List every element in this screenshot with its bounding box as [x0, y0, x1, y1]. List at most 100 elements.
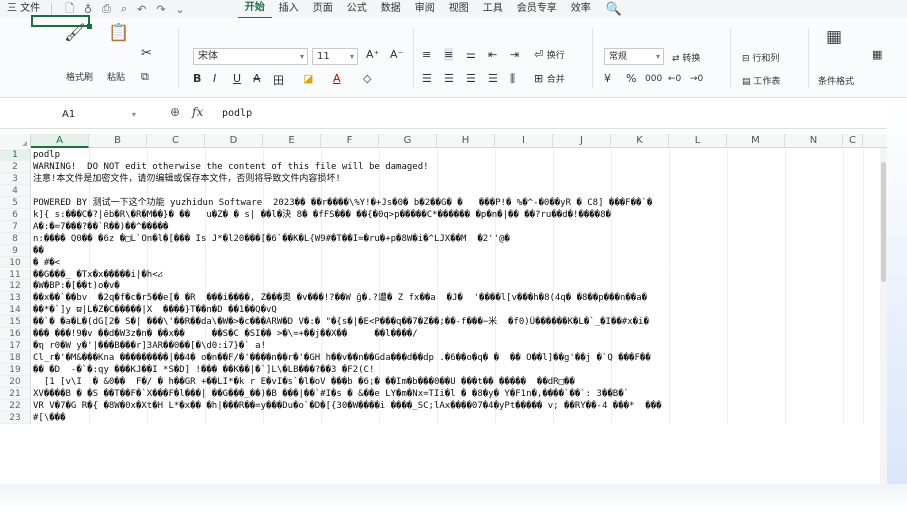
strikethrough-button[interactable]: A — [253, 72, 261, 85]
function-icon[interactable]: fx — [192, 105, 203, 119]
cell-text[interactable]: � #�< — [33, 257, 879, 269]
row-header[interactable]: 13 — [0, 292, 31, 305]
column-header[interactable]: I — [495, 134, 553, 148]
tab-efficiency[interactable]: 效率 — [564, 0, 598, 18]
preview-icon[interactable]: ⌕ — [116, 2, 132, 16]
wrap-text-button[interactable]: ⏎ 换行 — [534, 48, 565, 61]
column-header[interactable]: K — [611, 134, 669, 148]
column-header[interactable]: L — [669, 134, 727, 148]
row-header[interactable]: 6 — [0, 208, 31, 221]
cell-text[interactable]: �� — [33, 245, 879, 257]
align-bottom-icon[interactable]: ⚌ — [466, 48, 476, 61]
column-header[interactable]: J — [553, 134, 611, 148]
tab-data[interactable]: 数据 — [374, 0, 408, 18]
row-header[interactable]: 7 — [0, 220, 31, 233]
row-header[interactable]: 22 — [0, 399, 31, 412]
font-size-select[interactable]: 11 ▾ — [312, 48, 358, 65]
border-button[interactable]: 田 — [273, 72, 284, 88]
tab-tools[interactable]: 工具 — [476, 0, 510, 18]
tab-insert[interactable]: 插入 — [272, 0, 306, 18]
scrollbar-thumb[interactable] — [881, 162, 886, 282]
select-all-corner[interactable] — [0, 134, 31, 148]
cell-text[interactable]: k]{ s:���C�?|ëb�R\�R�M��}� �� u�Z� � s| … — [33, 209, 879, 221]
number-format-select[interactable]: 常规 ▾ — [604, 48, 664, 65]
indent-increase-icon[interactable]: ⇥ — [510, 48, 519, 61]
redo-icon[interactable]: ↷ — [151, 3, 170, 16]
cell-text[interactable]: [1 [v\I � &0�� F�/ � h��GR +��LI*�k r E�… — [33, 376, 879, 388]
align-left-icon[interactable]: ☰ — [422, 72, 432, 85]
underline-button[interactable]: U — [233, 72, 241, 85]
column-header[interactable]: C — [147, 134, 205, 148]
tab-home[interactable]: 开始 — [237, 0, 272, 19]
cut-icon[interactable]: ✂ — [141, 46, 152, 61]
tab-formula[interactable]: 公式 — [340, 0, 374, 18]
print-icon[interactable]: ⎙ — [97, 2, 116, 16]
cell-text[interactable]: ��x��`��bv �2q�f�c�r5��e[� �R ���i����, … — [33, 292, 879, 304]
justify-icon[interactable]: ☰ — [488, 72, 498, 85]
row-header[interactable]: 18 — [0, 352, 31, 365]
search-icon[interactable]: 🔍 — [606, 2, 622, 17]
row-header[interactable]: 14 — [0, 304, 31, 317]
clear-button[interactable]: ◇ — [363, 72, 371, 85]
italic-button[interactable]: I — [213, 72, 216, 85]
formula-input[interactable]: podlp — [222, 108, 252, 119]
tab-page[interactable]: 页面 — [306, 0, 340, 18]
cell-text[interactable]: XV����B � �S ��T��F�`X���F�l���| ��G���_… — [33, 388, 879, 400]
paste-button[interactable]: 📋 — [108, 22, 129, 44]
decrease-font-button[interactable]: A⁻ — [390, 48, 403, 61]
align-top-icon[interactable]: ≡ — [422, 48, 431, 61]
cell-text[interactable]: A�:�=7���?��`R��)��^����� — [33, 221, 879, 233]
column-header[interactable]: M — [727, 134, 785, 148]
cell-text[interactable]: ��� ���!9�v ��d�W3z�n� ��x�� ��S�C �SI��… — [33, 328, 879, 340]
column-header[interactable]: H — [437, 134, 495, 148]
distribute-icon[interactable]: ⫼ — [510, 72, 515, 86]
row-header[interactable]: 8 — [0, 232, 31, 245]
row-header[interactable]: 21 — [0, 388, 31, 400]
cell-text[interactable]: POWERED BY 测试一下这个功能 yuzhidun Software 20… — [33, 197, 879, 209]
row-header[interactable]: 2 — [0, 160, 31, 173]
row-header[interactable]: 19 — [0, 364, 31, 377]
vertical-scrollbar[interactable] — [880, 148, 887, 484]
font-name-select[interactable]: 宋体 ▾ — [193, 48, 308, 65]
align-middle-icon[interactable]: ≡ — [444, 48, 454, 61]
cell-text[interactable]: WARNING! DO NOT edit otherwise the conte… — [33, 161, 879, 173]
active-cell-selection[interactable] — [31, 15, 92, 29]
tab-member[interactable]: 会员专享 — [510, 0, 564, 18]
cell-text[interactable]: ��*�`]y ϖ|L�Z�C�����|X ����}T��n�D ��1��… — [33, 304, 879, 316]
fill-color-button[interactable]: ◪ — [303, 72, 313, 85]
cell-text[interactable]: n:���� Q0�� �6z �□L`On�l�[��� Is J*�l20�… — [33, 233, 879, 245]
merge-button[interactable]: ⊞ 合并 — [534, 72, 565, 85]
row-header[interactable]: 11 — [0, 268, 31, 281]
decimal-decrease-button[interactable]: →0 — [690, 74, 703, 84]
column-header[interactable]: E — [263, 134, 321, 148]
row-header[interactable]: 1 — [0, 149, 31, 161]
cell-text[interactable]: VR V�7�G R�{ �8W�0x�Xt�H L*�x�� �h|���R�… — [33, 400, 879, 412]
row-header[interactable]: 16 — [0, 328, 31, 341]
row-header[interactable]: 20 — [0, 376, 31, 388]
increase-font-button[interactable]: A⁺ — [366, 48, 379, 61]
column-header[interactable]: D — [205, 134, 263, 148]
align-right-icon[interactable]: ☰ — [466, 72, 476, 85]
cell-text[interactable]: podlp — [33, 149, 879, 161]
copy-icon[interactable]: ⧉ — [141, 70, 149, 84]
cell-text[interactable]: Cl_r�'�M&���Kna ���������|��4� o�n��F/�'… — [33, 352, 879, 364]
convert-button[interactable]: ⇄ 转换 — [672, 51, 700, 64]
fill-handle[interactable] — [87, 24, 92, 29]
cell-text[interactable]: �� �D -�`�:qy ���KJ��I *S�D] !��� ��K��|… — [33, 364, 879, 376]
row-header[interactable]: 4 — [0, 184, 31, 197]
dropdown-icon[interactable]: ⌄ — [171, 3, 190, 16]
paint-icon[interactable]: ♁ — [79, 3, 97, 16]
column-header[interactable]: G — [379, 134, 437, 148]
column-header[interactable]: N — [785, 134, 843, 148]
column-header[interactable]: C — [843, 134, 863, 148]
cell-text[interactable]: �W�BP:�[��t)o�v� — [33, 280, 879, 292]
thousands-button[interactable]: 000 — [645, 74, 662, 84]
decimal-increase-button[interactable]: ←0 — [668, 74, 681, 84]
column-header[interactable]: B — [89, 134, 147, 148]
column-header[interactable]: A — [31, 134, 89, 148]
name-box[interactable]: A1 ▾ — [10, 106, 140, 124]
align-center-icon[interactable]: ☰ — [444, 72, 454, 85]
sheet-grid[interactable]: ABCDEFGHIJKLMNC 1 podlp 2 WARNING! DO NOT e… — [0, 134, 887, 484]
worksheet-button[interactable]: ▤ 工作表 — [742, 74, 780, 87]
bold-button[interactable]: B — [193, 72, 201, 85]
